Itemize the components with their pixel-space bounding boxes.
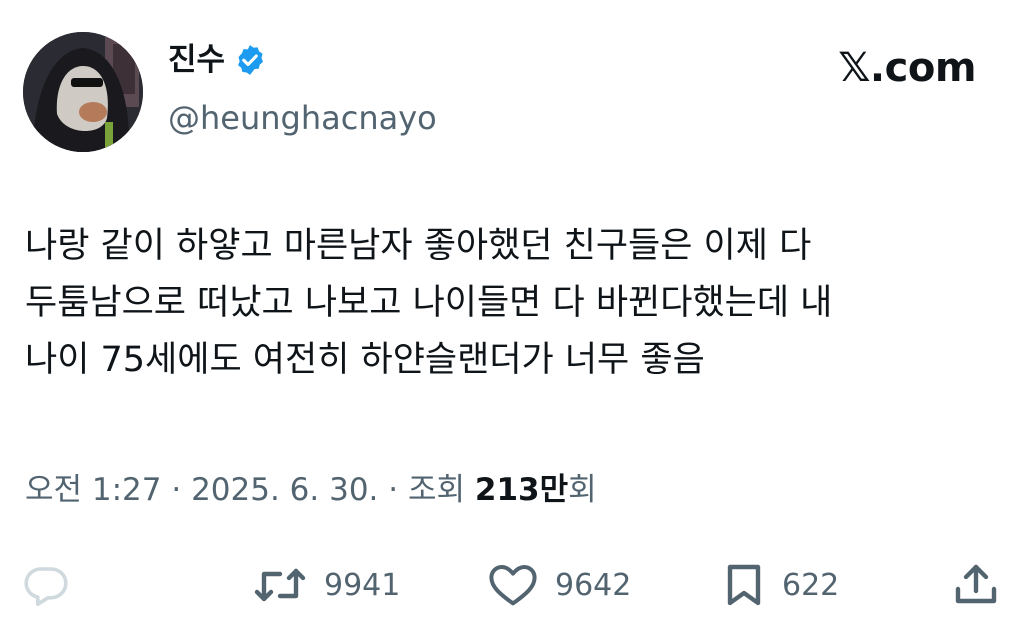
verified-badge-icon[interactable] bbox=[233, 43, 267, 77]
tweet-text-line: 나이 75세에도 여전히 하얀슬랜더가 너무 좋음 bbox=[25, 340, 705, 380]
heart-icon bbox=[489, 565, 537, 606]
like-button[interactable]: 9642 bbox=[487, 555, 631, 615]
retweet-count: 9941 bbox=[324, 567, 401, 603]
bookmark-count: 622 bbox=[782, 567, 840, 603]
retweet-icon bbox=[254, 568, 306, 602]
tweet-text-line: 나랑 같이 하얗고 마른남자 좋아했던 친구들은 이제 다 bbox=[25, 226, 812, 266]
author-display-name[interactable]: 진수 bbox=[168, 40, 267, 80]
tweet-date[interactable]: 2025. 6. 30. bbox=[191, 472, 378, 508]
bookmark-icon bbox=[727, 564, 761, 606]
tweet-text: 나랑 같이 하얗고 마른남자 좋아했던 친구들은 이제 다 두툼남으로 떠났고 … bbox=[25, 218, 1005, 389]
action-bar: 9941 9642 622 bbox=[0, 555, 1024, 615]
retweet-button[interactable]: 9941 bbox=[252, 555, 400, 615]
avatar-image bbox=[23, 32, 143, 152]
x-com-logo: 𝕏.com bbox=[838, 45, 976, 91]
tweet-metadata: 오전 1:27 · 2025. 6. 30. · 조회 213만회 bbox=[25, 468, 597, 512]
like-count: 9642 bbox=[555, 567, 632, 603]
views-label: 조회 bbox=[407, 472, 466, 508]
tweet-time[interactable]: 오전 1:27 bbox=[25, 472, 162, 508]
views-suffix: 회 bbox=[568, 472, 597, 508]
author-handle[interactable]: @heunghacnayo bbox=[168, 96, 437, 140]
reply-icon bbox=[24, 567, 68, 606]
display-name-text: 진수 bbox=[168, 42, 226, 78]
share-icon bbox=[955, 564, 997, 604]
bookmark-button[interactable]: 622 bbox=[722, 555, 839, 615]
share-button[interactable] bbox=[952, 555, 1000, 615]
profile-avatar[interactable] bbox=[23, 32, 143, 152]
meta-separator: · bbox=[161, 472, 192, 508]
meta-separator: · bbox=[378, 472, 408, 508]
tweet-text-line: 두툼남으로 떠났고 나보고 나이들면 다 바뀐다했는데 내 bbox=[25, 283, 833, 323]
tweet-card: 진수 @heunghacnayo 𝕏.com 나랑 같이 하얗고 마른남자 좋아… bbox=[0, 0, 1024, 630]
views-count: 213만 bbox=[474, 472, 569, 508]
reply-button[interactable] bbox=[22, 555, 70, 615]
